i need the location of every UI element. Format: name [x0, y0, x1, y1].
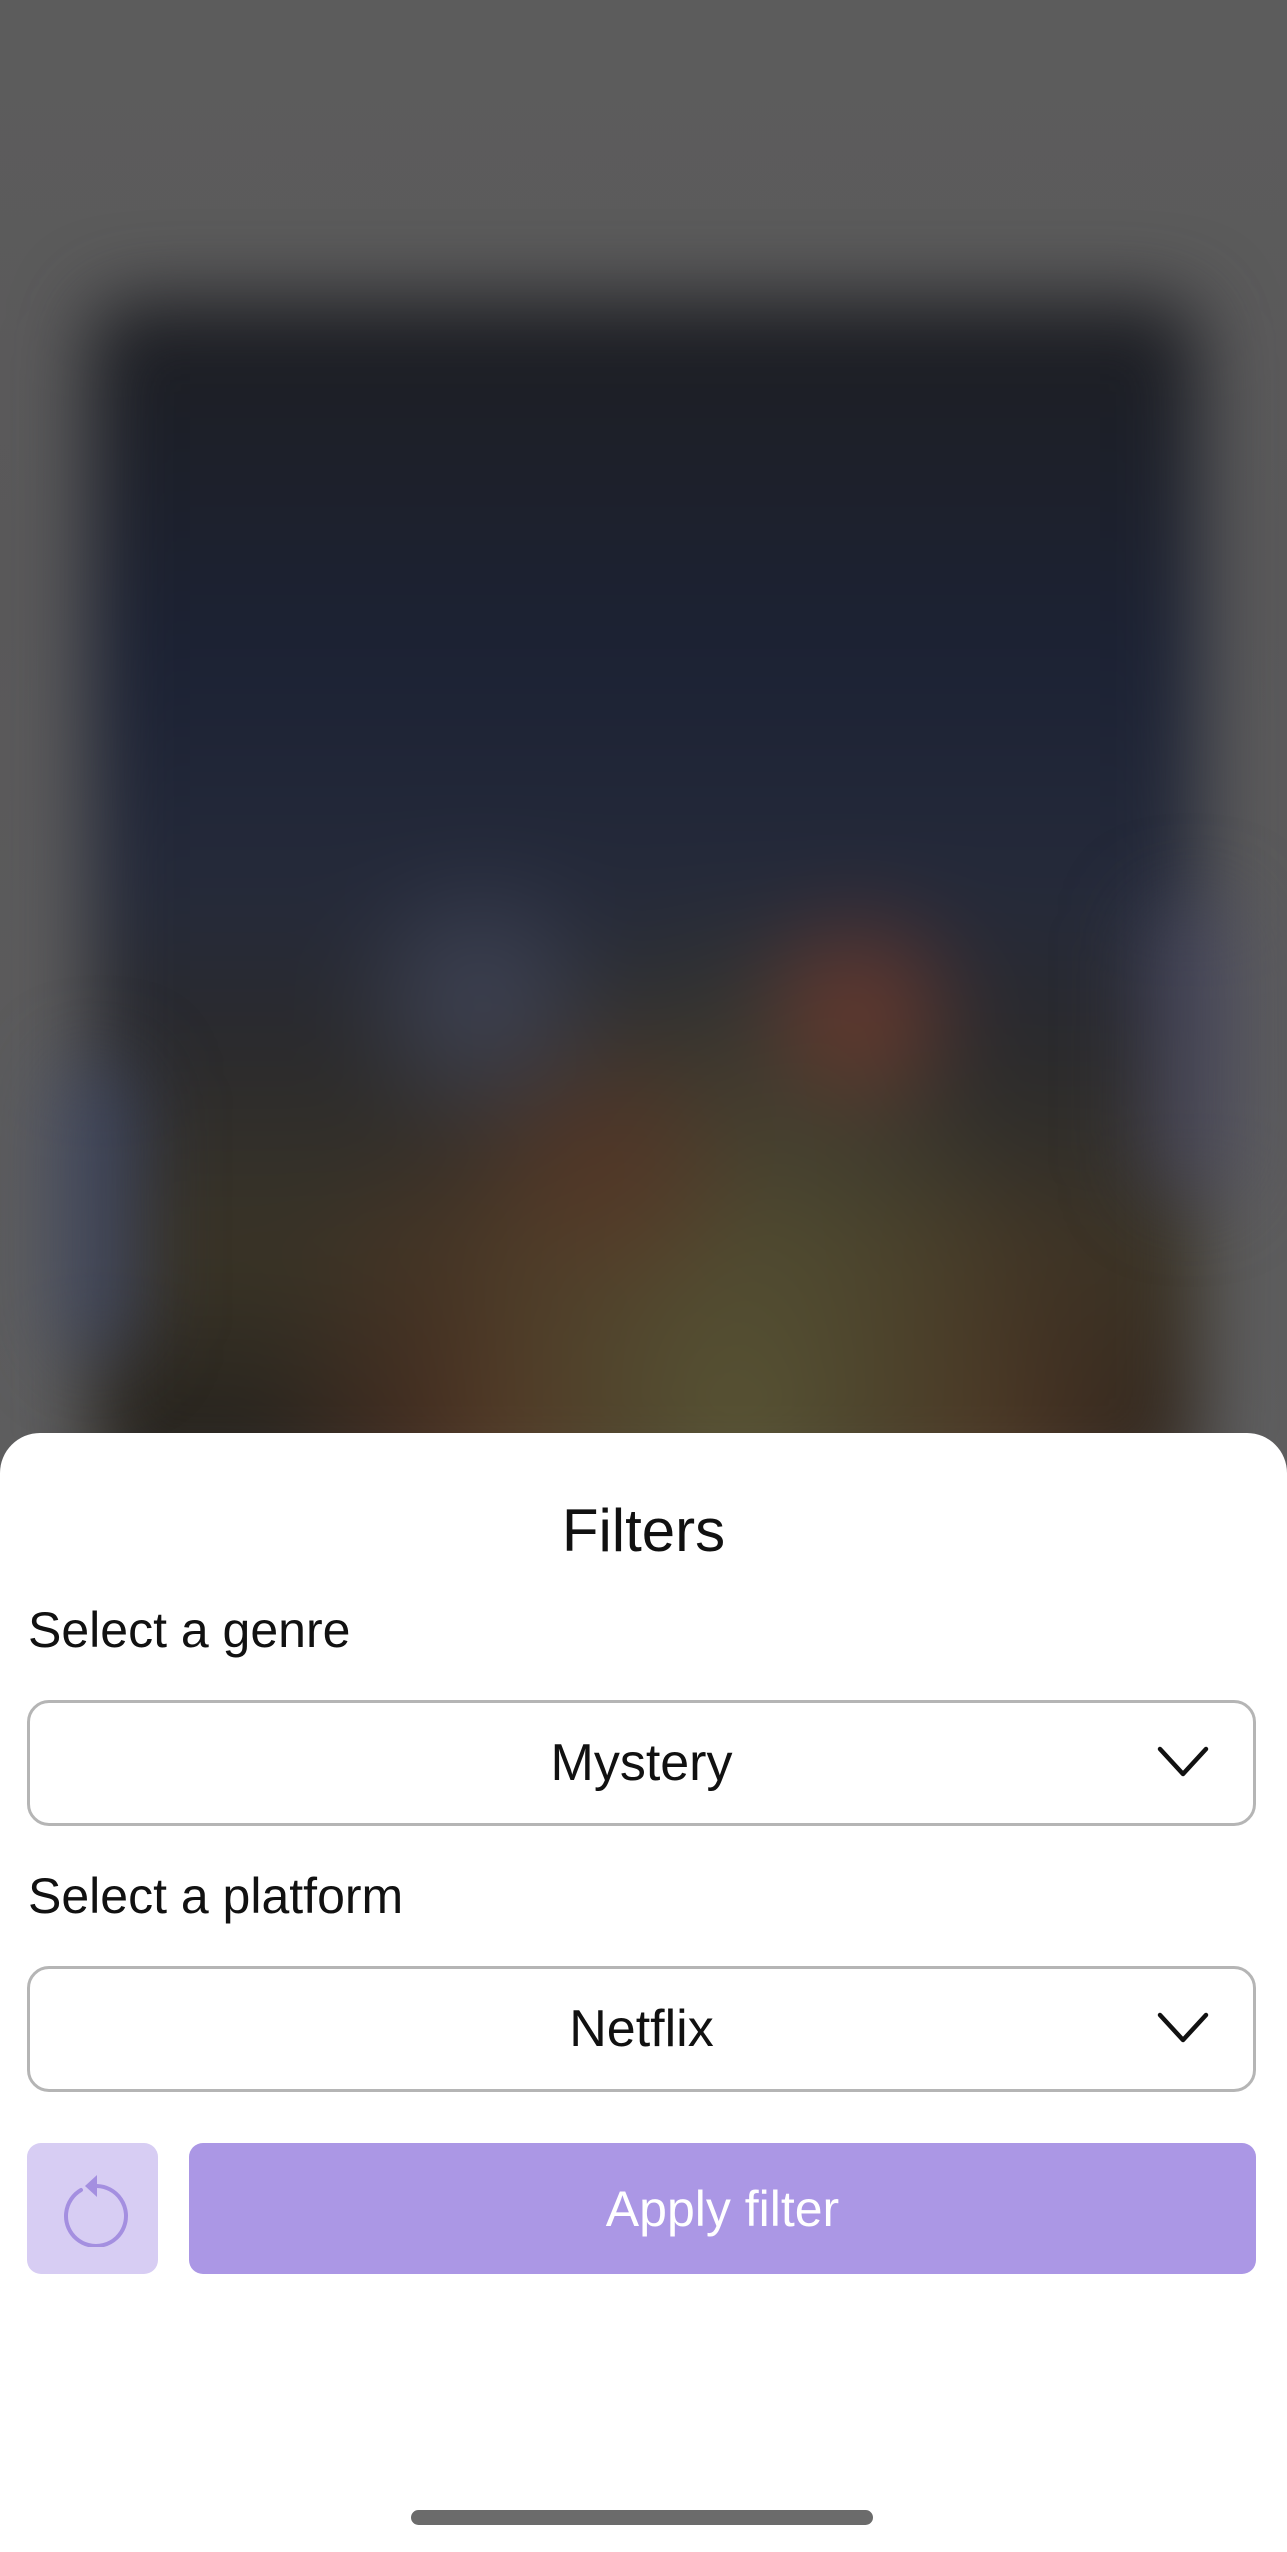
home-indicator[interactable]: [411, 2510, 873, 2525]
platform-label: Select a platform: [28, 1868, 404, 1924]
chevron-down-icon: [1157, 1746, 1209, 1777]
platform-select[interactable]: Netflix: [27, 1966, 1256, 2092]
reset-icon: [63, 2174, 128, 2247]
genre-selected-value: Mystery: [550, 1734, 733, 1792]
reset-filters-button[interactable]: [27, 2143, 158, 2274]
filters-bottom-sheet: Filters Select a genre Mystery Select a …: [0, 1433, 1287, 2552]
dimmed-background[interactable]: [0, 0, 1287, 1490]
poster-glow-left: [60, 1060, 140, 1360]
poster-glow-right: [1140, 900, 1240, 1200]
platform-selected-value: Netflix: [569, 2000, 714, 2058]
screen: Filters Select a genre Mystery Select a …: [0, 0, 1287, 2552]
chevron-down-icon: [1157, 2012, 1209, 2043]
genre-select[interactable]: Mystery: [27, 1700, 1256, 1826]
blurred-poster-image: [90, 300, 1200, 1490]
apply-filter-button[interactable]: Apply filter: [189, 2143, 1256, 2274]
sheet-title: Filters: [561, 1497, 726, 1564]
genre-label: Select a genre: [28, 1602, 351, 1658]
